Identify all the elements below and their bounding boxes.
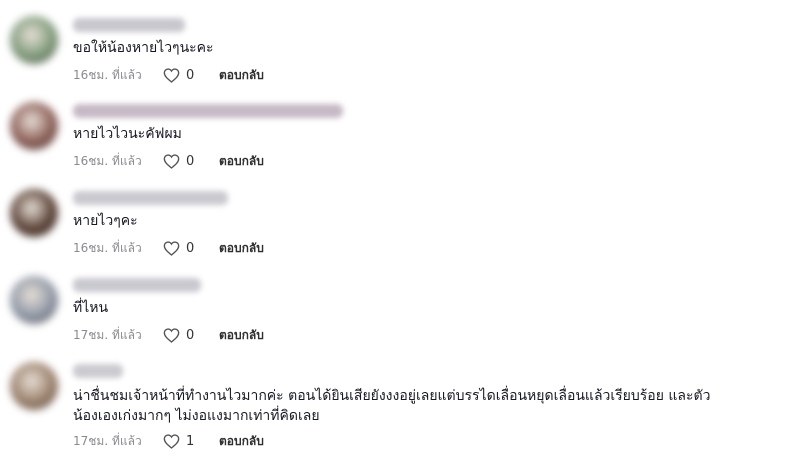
avatar[interactable] [10,189,58,237]
username-blurred[interactable] [73,18,185,32]
comment-meta: 17ชม. ที่แล้ว 1 ตอบกลับ [73,432,264,450]
comment-meta: 16ชม. ที่แล้ว 0 ตอบกลับ [73,239,264,257]
like-count: 0 [186,67,195,83]
like-button[interactable]: 0 [163,241,219,256]
like-button[interactable]: 1 [163,434,219,449]
like-count: 1 [186,433,195,449]
heart-icon [163,67,180,83]
comment-text: ขอให้น้องหายไวๆนะคะ [73,40,214,56]
username-blurred[interactable] [73,278,201,292]
username-blurred[interactable] [73,191,228,205]
comment-time: 16ชม. ที่แล้ว [73,240,142,255]
comment-meta: 16ชม. ที่แล้ว 0 ตอบกลับ [73,152,264,170]
avatar[interactable] [10,102,58,150]
comment-meta: 16ชม. ที่แล้ว 0 ตอบกลับ [73,66,264,84]
comment-text: หายไวไวนะคัฟผม [73,126,182,142]
reply-button[interactable]: ตอบกลับ [219,152,264,171]
like-count: 0 [186,327,195,343]
comment-text: ที่ไหน [73,300,109,316]
heart-icon [163,327,180,343]
comment-text: น่าชื่นชมเจ้าหน้าที่ทำงานไวมากค่ะ ตอนได้… [73,388,711,424]
like-count: 0 [186,240,195,256]
avatar[interactable] [10,16,58,64]
like-count: 0 [186,153,195,169]
reply-button[interactable]: ตอบกลับ [219,432,264,451]
username-blurred[interactable] [73,364,123,378]
avatar[interactable] [10,362,58,410]
heart-icon [163,433,180,449]
comment-text: หายไวๆคะ [73,213,138,229]
like-button[interactable]: 0 [163,328,219,343]
comment-time: 17ชม. ที่แล้ว [73,433,142,448]
like-button[interactable]: 0 [163,154,219,169]
comment-time: 16ชม. ที่แล้ว [73,67,142,82]
avatar[interactable] [10,276,58,324]
heart-icon [163,153,180,169]
reply-button[interactable]: ตอบกลับ [219,239,264,258]
comment-time: 16ชม. ที่แล้ว [73,153,142,168]
reply-button[interactable]: ตอบกลับ [219,66,264,85]
heart-icon [163,240,180,256]
reply-button[interactable]: ตอบกลับ [219,326,264,345]
comment-time: 17ชม. ที่แล้ว [73,327,142,342]
comment-meta: 17ชม. ที่แล้ว 0 ตอบกลับ [73,326,264,344]
username-blurred[interactable] [73,104,343,118]
like-button[interactable]: 0 [163,68,219,83]
